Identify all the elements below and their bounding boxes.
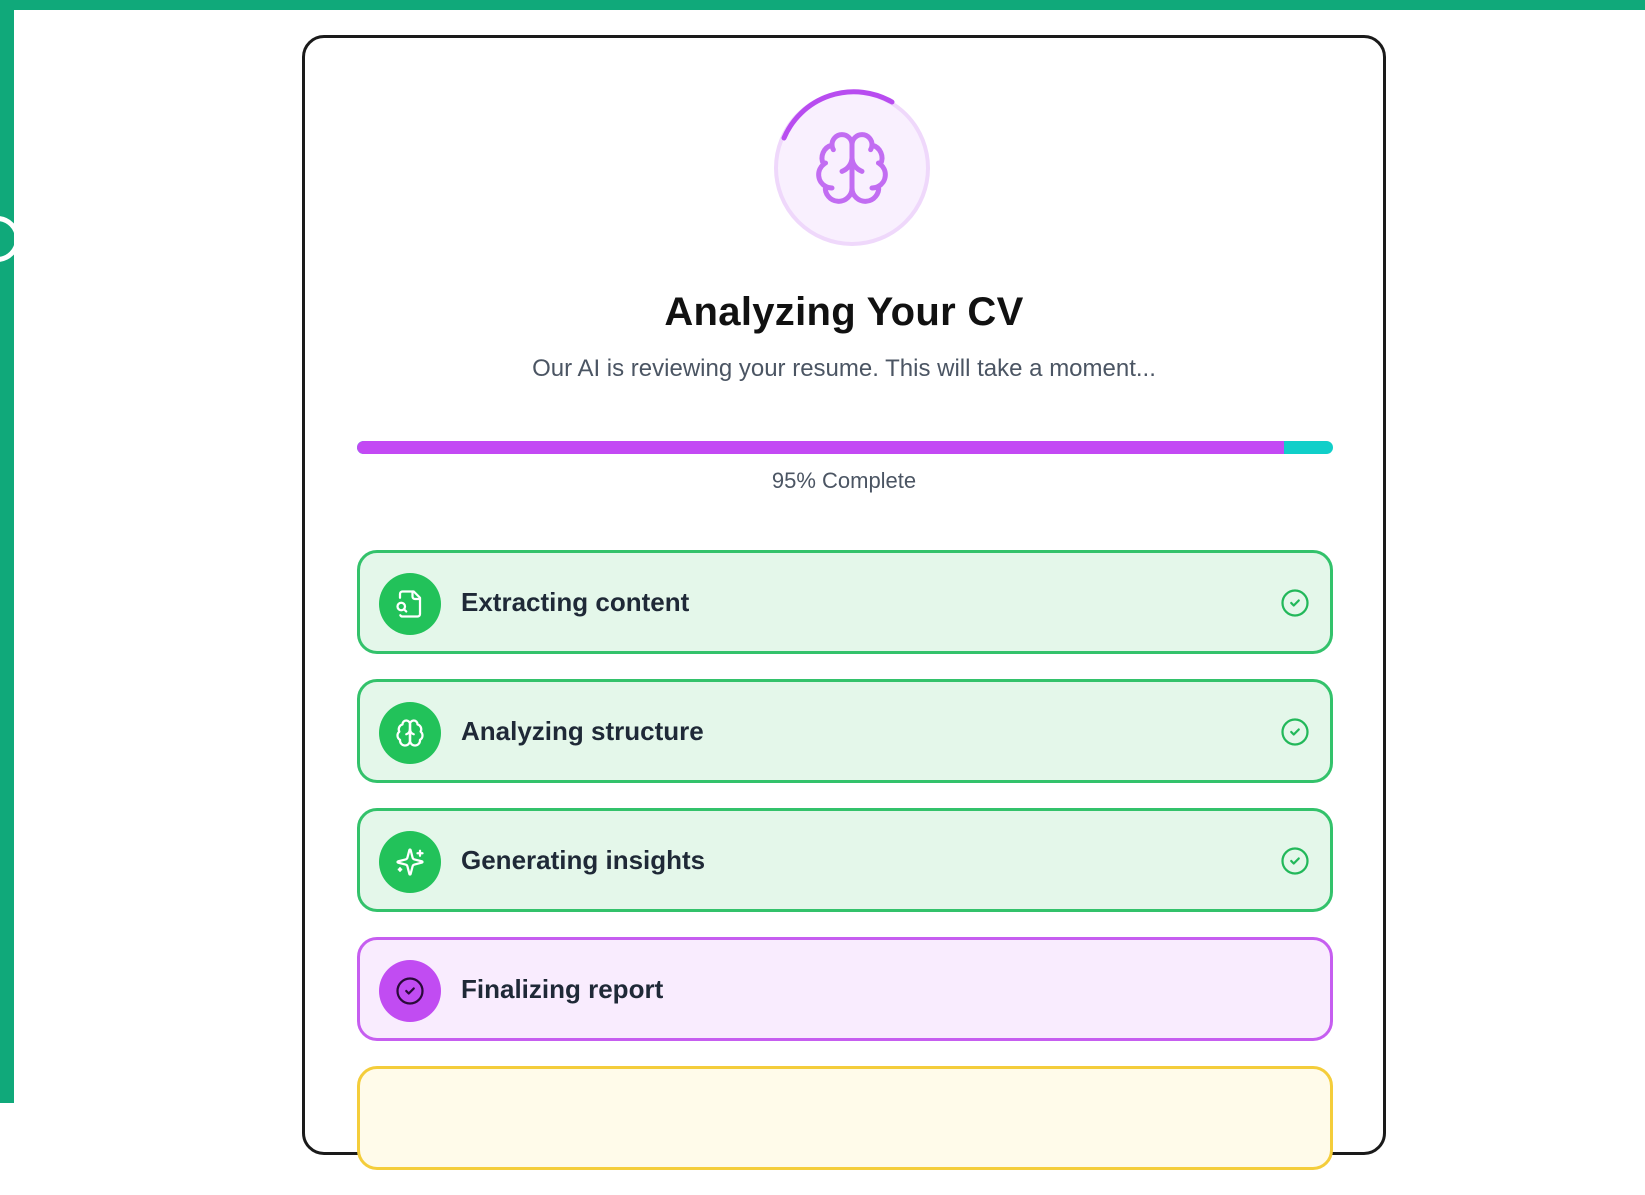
step-list: Extracting content Analyzing structure G… (357, 550, 1333, 1195)
page-subtitle: Our AI is reviewing your resume. This wi… (532, 355, 1156, 382)
check-circle-icon (1281, 589, 1309, 617)
frame-edge-circle (0, 216, 20, 262)
brain-icon (816, 132, 888, 204)
step-extracting-content: Extracting content (357, 550, 1333, 654)
page-title: Analyzing Your CV (664, 290, 1024, 334)
file-search-icon (396, 590, 422, 618)
brain-icon (396, 719, 424, 747)
step-label: Generating insights (461, 845, 706, 875)
progress-bar (357, 441, 1333, 454)
progress-label: 95% Complete (771, 468, 917, 493)
window-frame-top (0, 0, 1645, 10)
step-analyzing-structure: Analyzing structure (357, 679, 1333, 783)
progress-bar-fill (357, 441, 1285, 454)
step-generating-insights: Generating insights (357, 808, 1333, 912)
step-label: Finalizing report (461, 974, 664, 1004)
step-label: Extracting content (461, 587, 690, 617)
analysis-card: Analyzing Your CV Our AI is reviewing yo… (302, 35, 1386, 1170)
step-icon-badge (379, 573, 441, 635)
window-frame-left (0, 0, 14, 1103)
step-icon-badge (379, 702, 441, 764)
check-circle-icon (1281, 847, 1309, 875)
step-next-pending (357, 1066, 1333, 1170)
loading-spinner (772, 88, 932, 248)
sparkles-icon (396, 848, 424, 876)
step-icon-badge (379, 960, 441, 1022)
check-circle-icon (396, 977, 424, 1005)
step-label: Analyzing structure (461, 716, 704, 746)
step-icon-badge (379, 831, 441, 893)
step-finalizing-report: Finalizing report (357, 937, 1333, 1041)
check-circle-icon (1281, 718, 1309, 746)
